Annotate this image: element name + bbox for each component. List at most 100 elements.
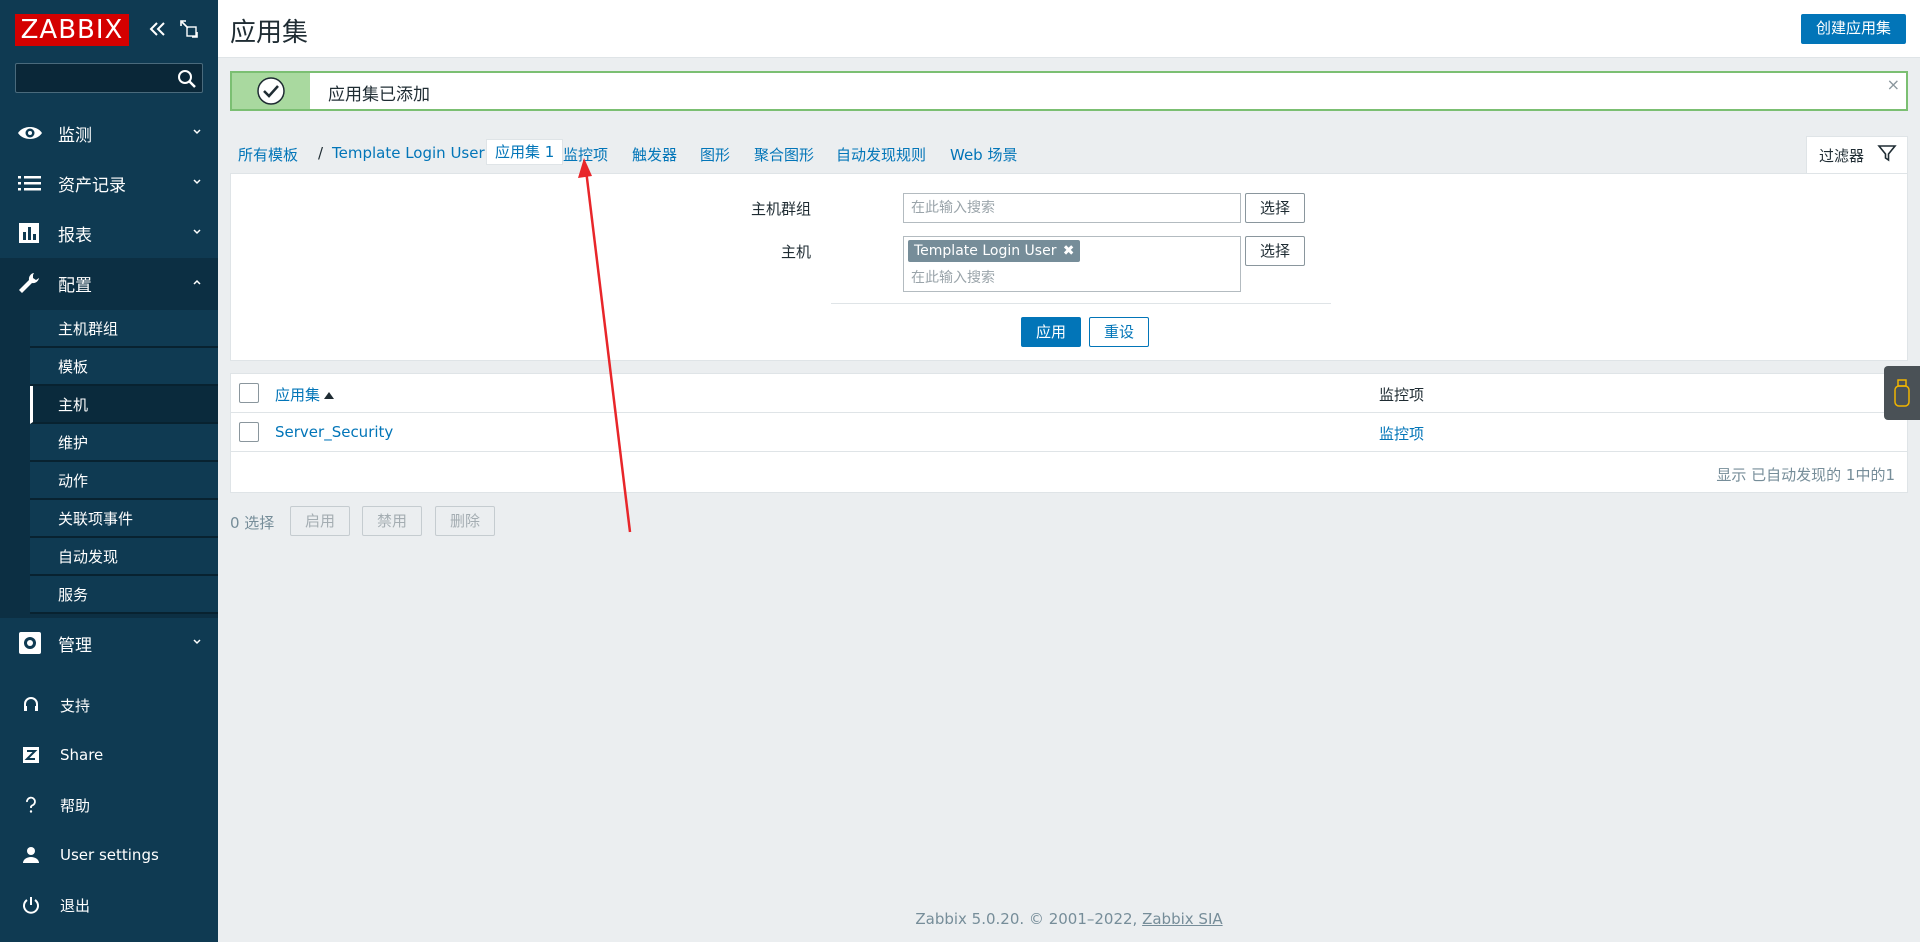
menu-item-inventory[interactable]: 资产记录: [0, 158, 218, 208]
submenu-item-maintenance[interactable]: 维护: [30, 424, 218, 462]
config-submenu: 主机群组 模板 主机 维护 动作 关联项事件 自动发现 服务: [0, 308, 218, 618]
enable-button[interactable]: 启用: [290, 506, 350, 536]
share-label: Share: [60, 746, 104, 764]
sidebar: ZABBIX 监测 资产记录 报表 配置 主机群组 模板 主机 维护 动作 关联…: [0, 0, 218, 942]
filter-icon: [1877, 145, 1897, 162]
selected-count: 0 选择: [230, 514, 275, 532]
logout-link[interactable]: 退出: [0, 880, 218, 930]
column-header-application[interactable]: 应用集: [275, 384, 335, 405]
reset-filter-button[interactable]: 重设: [1089, 317, 1149, 347]
logout-label: 退出: [60, 896, 91, 915]
message-text: 应用集已添加: [328, 85, 430, 105]
search-icon[interactable]: [177, 69, 197, 89]
breadcrumb-template[interactable]: Template Login User: [332, 144, 485, 162]
applications-table: 应用集 监控项 Server_Security 监控项 显示 已自动发现的 1中…: [230, 373, 1908, 493]
kiosk-mode-icon[interactable]: [180, 20, 198, 38]
usb-drive-icon: [1894, 379, 1910, 407]
page-header: 应用集 创建应用集: [218, 0, 1920, 58]
menu-item-reports[interactable]: 报表: [0, 208, 218, 258]
submenu-item-services[interactable]: 服务: [30, 576, 218, 614]
menu-item-label: 配置: [58, 275, 92, 296]
zabbix-logo[interactable]: ZABBIX: [15, 14, 129, 46]
submenu-item-hosts[interactable]: 主机: [30, 386, 218, 424]
tab-applications[interactable]: 应用集 1: [486, 139, 564, 165]
items-link[interactable]: 监控项: [1379, 423, 1424, 444]
table-footer: 显示 已自动发现的 1中的1: [231, 452, 1907, 492]
column-header-items: 监控项: [1379, 386, 1425, 404]
help-link[interactable]: 帮助: [0, 780, 218, 830]
menu-item-monitoring[interactable]: 监测: [0, 108, 218, 158]
submenu-item-host-groups[interactable]: 主机群组: [30, 310, 218, 348]
main-content: 应用集 创建应用集 应用集已添加 × 所有模板 / Template Login…: [218, 0, 1920, 942]
filter-label: 过滤器: [1819, 147, 1865, 165]
host-tag-label: Template Login User: [914, 243, 1057, 259]
chevron-down-icon: [193, 129, 201, 135]
chevron-down-icon: [193, 229, 201, 235]
submenu-item-templates[interactable]: 模板: [30, 348, 218, 386]
share-link[interactable]: Share: [0, 730, 218, 780]
tab-discovery-rules[interactable]: 自动发现规则: [836, 144, 926, 165]
host-group-select-button[interactable]: 选择: [1245, 193, 1305, 223]
host-select-button[interactable]: 选择: [1245, 236, 1305, 266]
side-widget[interactable]: [1884, 366, 1920, 420]
disable-button[interactable]: 禁用: [362, 506, 422, 536]
filter-panel: 主机群组 在此输入搜索 选择 主机 Template Login User ✖ …: [230, 173, 1908, 361]
tab-triggers[interactable]: 触发器: [632, 144, 677, 165]
collapse-sidebar-icon[interactable]: [147, 18, 169, 40]
host-search-placeholder[interactable]: 在此输入搜索: [911, 267, 995, 287]
support-label: 支持: [60, 696, 91, 715]
application-link[interactable]: Server_Security: [275, 423, 393, 441]
filter-tab[interactable]: 过滤器: [1806, 136, 1908, 174]
success-message: 应用集已添加 ×: [230, 71, 1908, 111]
tab-web-scenarios[interactable]: Web 场景: [950, 144, 1017, 165]
user-settings-link[interactable]: User settings: [0, 830, 218, 880]
menu-item-label: 报表: [58, 225, 92, 246]
logo-row: ZABBIX: [15, 14, 215, 46]
menu-item-label: 资产记录: [58, 175, 126, 196]
bulk-actions: 0 选择 启用 禁用 删除: [230, 506, 830, 536]
sort-asc-icon: [324, 392, 335, 399]
tab-items[interactable]: 监控项: [563, 144, 608, 165]
check-circle-icon: [257, 77, 285, 105]
submenu-item-event-correlation[interactable]: 关联项事件: [30, 500, 218, 538]
tab-screens[interactable]: 聚合图形: [754, 144, 814, 165]
page-title: 应用集: [230, 18, 309, 48]
select-all-checkbox[interactable]: [239, 383, 259, 403]
tab-graphs[interactable]: 图形: [700, 144, 730, 165]
menu-item-administration[interactable]: 管理: [0, 618, 218, 668]
column-header-application-label: 应用集: [275, 386, 321, 404]
close-icon[interactable]: ×: [1887, 75, 1900, 94]
user-settings-label: User settings: [60, 846, 159, 864]
apply-filter-button[interactable]: 应用: [1021, 317, 1081, 347]
host-group-input[interactable]: 在此输入搜索: [903, 193, 1241, 223]
create-application-button[interactable]: 创建应用集: [1800, 14, 1906, 44]
main-menu: 监测 资产记录 报表 配置 主机群组 模板 主机 维护 动作 关联项事件 自动发…: [0, 108, 218, 668]
submenu-item-discovery[interactable]: 自动发现: [30, 538, 218, 576]
delete-button[interactable]: 删除: [435, 506, 495, 536]
host-navigation-tabs: 所有模板 / Template Login User 应用集 1 监控项 触发器…: [230, 136, 1908, 174]
submenu-item-actions[interactable]: 动作: [30, 462, 218, 500]
host-group-label: 主机群组: [750, 200, 811, 218]
bottom-menu: 支持 Share 帮助 User settings 退出: [0, 680, 218, 930]
host-multiselect[interactable]: Template Login User ✖ 在此输入搜索: [903, 236, 1241, 292]
host-label: 主机: [780, 243, 811, 261]
help-label: 帮助: [60, 796, 91, 815]
footer-link[interactable]: Zabbix SIA: [1142, 910, 1223, 928]
question-icon: [26, 796, 36, 813]
breadcrumb-all-templates[interactable]: 所有模板: [238, 144, 298, 165]
search-input[interactable]: [16, 64, 166, 92]
menu-item-label: 监测: [58, 125, 92, 146]
chevron-up-icon: [193, 279, 201, 285]
support-link[interactable]: 支持: [0, 680, 218, 730]
table-header-row: 应用集 监控项: [231, 374, 1907, 413]
row-checkbox[interactable]: [239, 422, 259, 442]
headset-icon: [24, 697, 38, 711]
table-count-text: 显示 已自动发现的 1中的1: [1716, 466, 1895, 484]
host-tag: Template Login User ✖: [908, 240, 1081, 262]
footer-text: Zabbix 5.0.20. © 2001–2022,: [915, 910, 1143, 928]
share-icon: [23, 747, 39, 763]
menu-item-configuration[interactable]: 配置: [0, 258, 218, 308]
sidebar-search: [15, 63, 203, 93]
remove-tag-icon[interactable]: ✖: [1063, 240, 1075, 262]
message-icon-box: [232, 73, 310, 109]
